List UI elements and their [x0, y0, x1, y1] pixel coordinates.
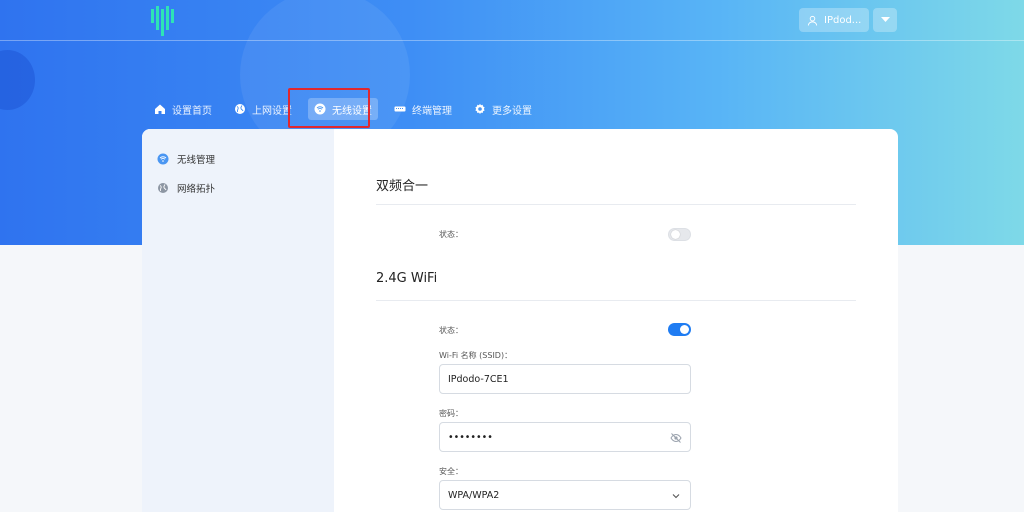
user-menu-button[interactable]: IPdod... [799, 8, 869, 32]
home-icon [155, 104, 165, 114]
nav-item-home[interactable]: 设置首页 [148, 98, 218, 120]
highlight-box [288, 88, 370, 128]
user-icon [807, 15, 818, 26]
settings-panel: 无线管理 网络拓扑 双频合一 状态： 2.4G WiFi 状态： Wi-Fi 名… [142, 129, 898, 512]
wifi-icon [157, 153, 169, 165]
security-value: WPA/WPA2 [448, 489, 500, 501]
ssid-label: Wi-Fi 名称 (SSID)： [439, 351, 513, 360]
user-dropdown-button[interactable] [873, 8, 897, 32]
nav-item-devices[interactable]: 终端管理 [388, 98, 458, 120]
password-input[interactable]: •••••••• [439, 422, 691, 452]
password-value: •••••••• [448, 431, 493, 443]
nav-item-label: 更多设置 [492, 105, 532, 117]
nav-item-more-settings[interactable]: 更多设置 [468, 98, 538, 120]
user-name: IPdod... [824, 14, 862, 26]
dual-band-toggle[interactable] [668, 228, 691, 241]
security-label: 安全： [439, 467, 463, 476]
ssid-value: IPdodo-7CE1 [448, 373, 509, 385]
dual-band-status-label: 状态： [439, 230, 463, 239]
keyboard-icon [394, 106, 406, 112]
section-divider [376, 204, 856, 205]
sidebar: 无线管理 网络拓扑 [142, 129, 334, 512]
caret-down-icon [880, 17, 890, 22]
brand-logo[interactable] [150, 6, 176, 36]
section-title-24g-wifi: 2.4G WiFi [376, 271, 438, 286]
globe-icon [158, 183, 168, 193]
section-divider [376, 300, 856, 301]
nav-item-label: 设置首页 [172, 105, 212, 117]
password-label: 密码： [439, 409, 463, 418]
sidebar-item-label: 网络拓扑 [177, 184, 216, 195]
chevron-down-icon [672, 494, 680, 499]
wifi24-status-label: 状态： [439, 326, 463, 335]
sidebar-item-wireless-management[interactable]: 无线管理 [142, 150, 334, 168]
section-title-dual-band: 双频合一 [376, 179, 429, 194]
sidebar-item-network-topology[interactable]: 网络拓扑 [142, 179, 334, 197]
gear-icon [475, 103, 485, 114]
nav-item-label: 终端管理 [412, 105, 452, 117]
security-select[interactable]: WPA/WPA2 [439, 480, 691, 510]
globe-icon [235, 104, 245, 114]
sidebar-item-label: 无线管理 [177, 155, 216, 166]
header-divider [0, 40, 1024, 41]
decor-circle [0, 50, 35, 110]
eye-off-icon[interactable] [670, 432, 682, 444]
wifi24-toggle[interactable] [668, 323, 691, 336]
nav-item-label: 上网设置 [252, 105, 292, 117]
ssid-input[interactable]: IPdodo-7CE1 [439, 364, 691, 394]
